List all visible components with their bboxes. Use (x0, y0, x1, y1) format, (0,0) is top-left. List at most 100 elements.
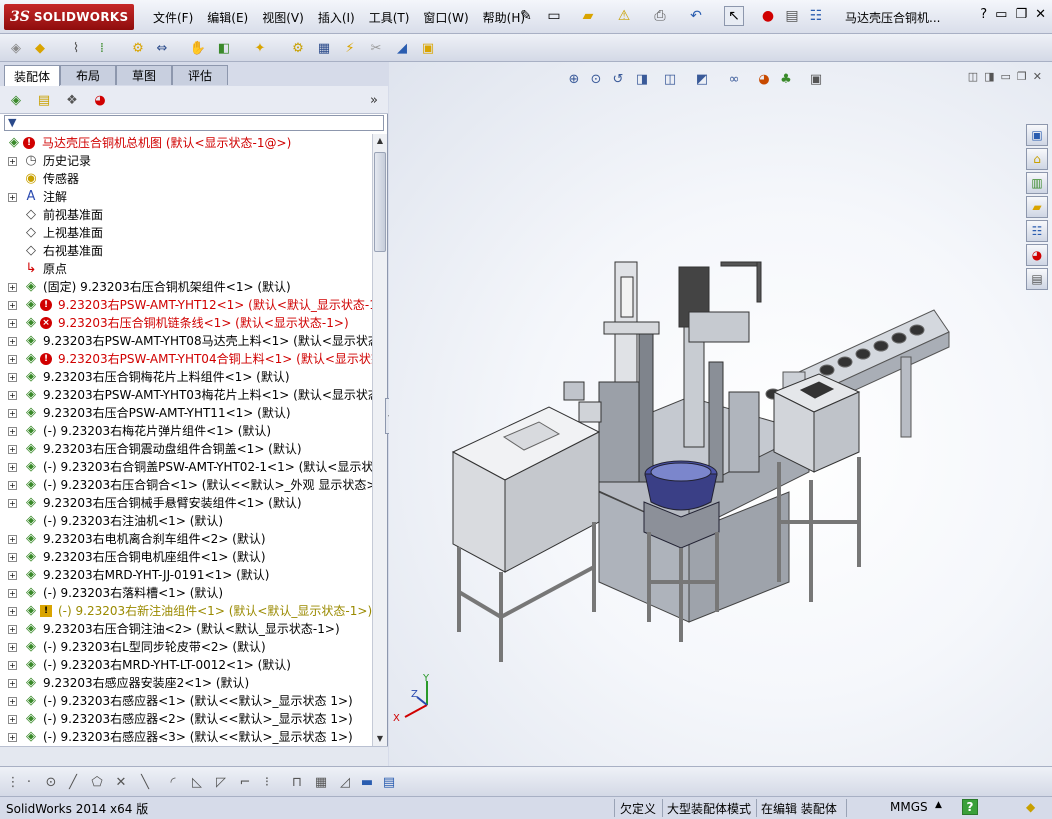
expand-toggle-icon[interactable]: + (8, 373, 17, 382)
expand-toggle-icon[interactable]: + (8, 535, 17, 544)
expand-toggle-icon[interactable]: + (8, 193, 17, 202)
help-button[interactable]: ? (980, 7, 987, 22)
tab-assembly[interactable]: 装配体 (4, 65, 60, 86)
quick-tips-button[interactable]: ? (962, 799, 978, 815)
tree-item[interactable]: + ◈ 9.23203右PSW-AMT-YHT03梅花片上料<1> (默认<显示状态… (0, 386, 372, 404)
mate-icon[interactable]: ◆ (30, 38, 50, 58)
options-icon[interactable]: ☷ (806, 6, 826, 26)
units-dropdown-icon[interactable]: ▲ (935, 800, 942, 810)
traffic-light-icon[interactable]: ● (758, 6, 778, 26)
tree-item[interactable]: + A 注解 (0, 188, 372, 206)
tree-item[interactable]: + ◈ (-) 9.23203右感应器<1> (默认<<默认>_显示状态 1>) (0, 692, 372, 710)
insert-component-icon[interactable]: ◈ (6, 38, 26, 58)
menu-edit[interactable]: 编辑(E) (200, 9, 255, 26)
smart-fastener-icon[interactable]: ⚙ (128, 38, 148, 58)
expand-toggle-icon[interactable]: + (8, 463, 17, 472)
file-properties-icon[interactable]: ▤ (782, 6, 802, 26)
expand-toggle-icon[interactable]: + (8, 553, 17, 562)
expand-toggle-icon[interactable]: + (8, 625, 17, 634)
property-manager-icon[interactable]: ▤ (34, 90, 54, 110)
rebuild-status-icon[interactable]: ◆ (1026, 800, 1035, 814)
assembly-features-icon[interactable]: ◧ (214, 38, 234, 58)
select-cursor-icon[interactable]: ↖ (724, 6, 744, 26)
scroll-down-icon[interactable]: ▼ (373, 732, 387, 746)
new-motion-study-icon[interactable]: ⚙ (288, 38, 308, 58)
tab-evaluate[interactable]: 评估 (172, 65, 228, 85)
graphics-area[interactable]: ⊕ ⊙ ↺ ◨ ◫ ◩ ∞ ◕ ♣ ▣ ◫ ◨ ▭ ❐ ✕ X Y Z ▣ ⌂ … (389, 62, 1052, 766)
tree-item[interactable]: + ◈ (-) 9.23203右感应器<3> (默认<<默认>_显示状态 1>) (0, 728, 372, 746)
assembly-model-render[interactable]: X Y Z (389, 62, 1052, 766)
line-icon[interactable]: ╱ (64, 773, 82, 791)
point-icon[interactable]: · (20, 773, 38, 791)
appearances-icon[interactable]: ◕ (1026, 244, 1048, 266)
open-folder-icon[interactable]: ▰ (578, 6, 598, 26)
polygon-icon[interactable]: ⬠ (88, 773, 106, 791)
solidworks-resources-icon[interactable]: ▣ (1026, 124, 1048, 146)
expand-toggle-icon[interactable]: + (8, 157, 17, 166)
exploded-view-icon[interactable]: ⚡ (340, 38, 360, 58)
expand-chevron-icon[interactable]: » (364, 90, 384, 110)
tab-layout[interactable]: 布局 (60, 65, 116, 85)
expand-toggle-icon[interactable]: + (8, 733, 17, 742)
expand-toggle-icon[interactable]: + (8, 391, 17, 400)
pin-icon[interactable]: ✎ (516, 6, 536, 26)
tree-item[interactable]: + ◈ (固定) 9.23203右压合铜机架组件<1> (默认) (0, 278, 372, 296)
tree-item[interactable]: + ◈ 9.23203右MRD-YHT-JJ-0191<1> (默认) (0, 566, 372, 584)
update-speedpak-icon[interactable]: ▣ (418, 38, 438, 58)
expand-toggle-icon[interactable]: + (8, 499, 17, 508)
circle-icon[interactable]: ⊙ (42, 773, 60, 791)
expand-toggle-icon[interactable]: + (8, 571, 17, 580)
explode-line-icon[interactable]: ✂ (366, 38, 386, 58)
menu-insert[interactable]: 插入(I) (311, 9, 362, 26)
tree-item[interactable]: + ◈ 9.23203右电机离合刹车组件<2> (默认) (0, 530, 372, 548)
expand-toggle-icon[interactable]: + (8, 427, 17, 436)
menu-view[interactable]: 视图(V) (255, 9, 311, 26)
filter-icon[interactable]: ▼ (8, 116, 16, 129)
expand-toggle-icon[interactable]: + (8, 355, 17, 364)
expand-toggle-icon[interactable]: + (8, 283, 17, 292)
reference-geometry-icon[interactable]: ✦ (250, 38, 270, 58)
tree-item[interactable]: ◇ 上视基准面 (0, 224, 372, 242)
display-manager-icon[interactable]: ◕ (90, 90, 110, 110)
tree-item[interactable]: + ◈ 9.23203右压合铜梅花片上料组件<1> (默认) (0, 368, 372, 386)
close-icon[interactable]: ✕ (1035, 7, 1046, 22)
expand-toggle-icon[interactable]: + (8, 409, 17, 418)
file-explorer-icon[interactable]: ▥ (1026, 172, 1048, 194)
dimension-icon[interactable]: ⊓ (288, 773, 306, 791)
tree-item[interactable]: + ◈ (-) 9.23203右L型同步轮皮带<2> (默认) (0, 638, 372, 656)
scroll-up-icon[interactable]: ▲ (373, 134, 387, 148)
tree-vertical-scrollbar[interactable]: ▲ ▼ (372, 134, 387, 746)
tree-item[interactable]: + ◈ (-) 9.23203右MRD-YHT-LT-0012<1> (默认) (0, 656, 372, 674)
tree-item[interactable]: + ◈ (-) 9.23203右落料槽<1> (默认) (0, 584, 372, 602)
solidworks-logo[interactable]: 3S SOLIDWORKS (4, 4, 134, 30)
expand-toggle-icon[interactable]: + (8, 445, 17, 454)
tree-item[interactable]: + ◈ 9.23203右压合铜注油<2> (默认<默认_显示状态-1>) (0, 620, 372, 638)
restore-icon[interactable]: ❐ (1015, 7, 1027, 22)
menu-file[interactable]: 文件(F) (146, 9, 200, 26)
attach-icon[interactable]: ⌇ (66, 38, 86, 58)
menu-window[interactable]: 窗口(W) (416, 9, 475, 26)
tab-sketch[interactable]: 草图 (116, 65, 172, 85)
design-library-icon[interactable]: ⌂ (1026, 148, 1048, 170)
menu-tools[interactable]: 工具(T) (362, 9, 417, 26)
tree-item[interactable]: + ◈ 9.23203右压合铜电机座组件<1> (默认) (0, 548, 372, 566)
rectangle-icon[interactable]: ⌐ (236, 773, 254, 791)
expand-toggle-icon[interactable]: + (8, 319, 17, 328)
tree-item[interactable]: + ◈! 9.23203右PSW-AMT-YHT04合铜上料<1> (默认<显示状态… (0, 350, 372, 368)
move-component-icon[interactable]: ⇔ (152, 38, 172, 58)
expand-toggle-icon[interactable]: + (8, 679, 17, 688)
bill-of-materials-icon[interactable]: ▦ (314, 38, 334, 58)
custom-properties-icon[interactable]: ▤ (1026, 268, 1048, 290)
tree-item[interactable]: ◈ (-) 9.23203右注油机<1> (默认) (0, 512, 372, 530)
new-document-icon[interactable]: ▭ (544, 6, 564, 26)
tree-item[interactable]: + ◈ × 9.23203右压合铜机链条线<1> (默认<显示状态-1>) (0, 314, 372, 332)
minimize-icon[interactable]: ▭ (995, 7, 1007, 22)
expand-toggle-icon[interactable]: + (8, 481, 17, 490)
tree-item[interactable]: + ◈! (-) 9.23203右新注油组件<1> (默认<默认_显示状态-1>) (0, 602, 372, 620)
tree-item[interactable]: + ◈ (-) 9.23203右梅花片弹片组件<1> (默认) (0, 422, 372, 440)
tree-item[interactable]: + ◈ 9.23203右感应器安装座2<1> (默认) (0, 674, 372, 692)
expand-toggle-icon[interactable]: + (8, 589, 17, 598)
tree-item[interactable]: + ◈ 9.23203右压合铜震动盘组件合铜盖<1> (默认) (0, 440, 372, 458)
folder-icon[interactable]: ▰ (1026, 196, 1048, 218)
trim-icon[interactable]: ✕ (112, 773, 130, 791)
